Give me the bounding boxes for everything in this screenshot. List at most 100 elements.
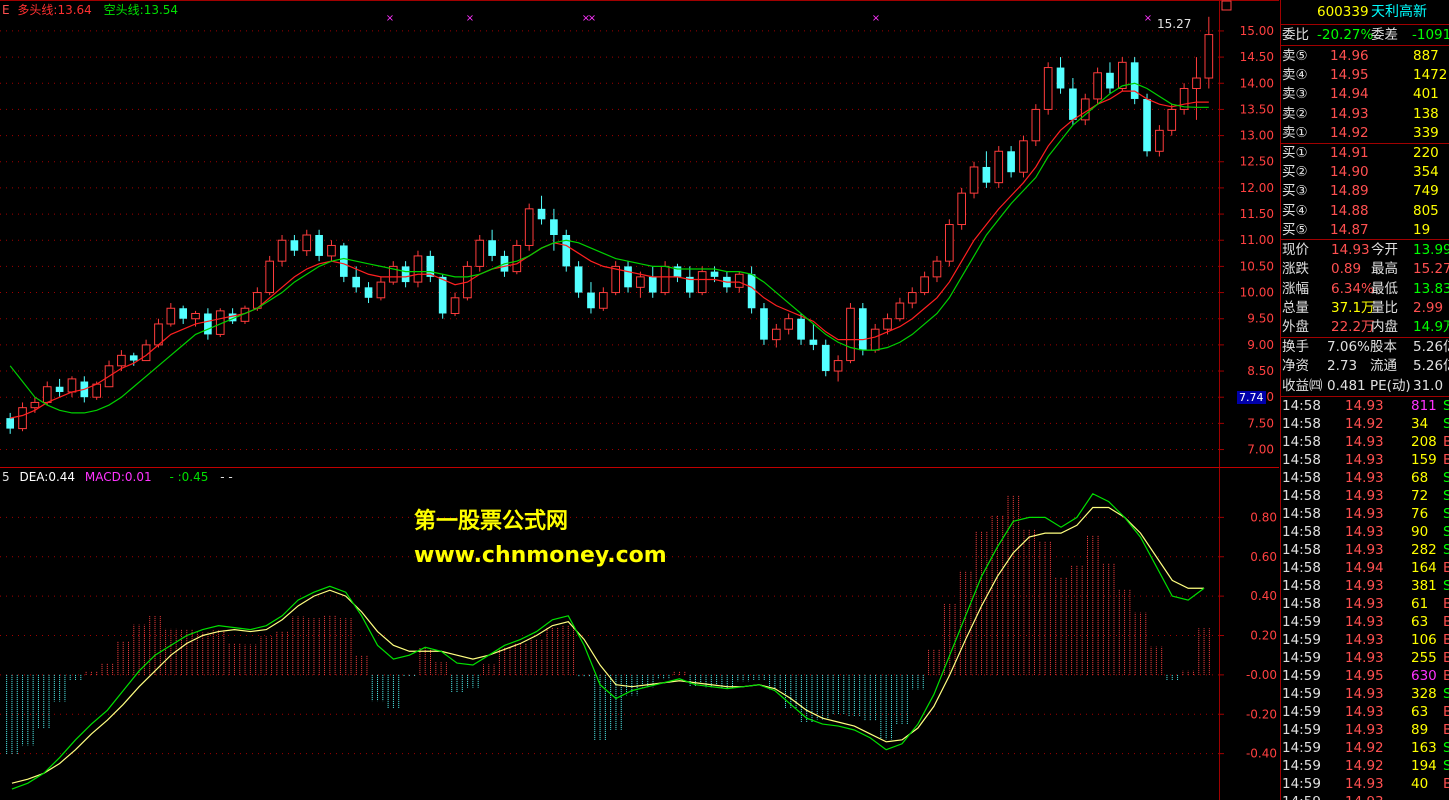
legend-prefix: E [2,3,10,17]
tick-volume: 164 [1411,560,1437,576]
candle-body [957,192,967,226]
candle-body [117,354,126,367]
tick-row: 14:58 14.93 381 S [1281,577,1449,596]
tick-volume: 381 [1411,578,1437,594]
candle-body [204,313,212,335]
price-tick-label: 12.50 [1240,155,1274,169]
stat-label: 涨幅 [1282,280,1309,297]
buy-volume: 749 [1413,183,1439,200]
sell-price: 14.96 [1330,48,1369,64]
sell-row: 卖④ 14.95 1472 [1281,66,1449,85]
candle-body [524,208,534,246]
tick-price: 14.93 [1345,632,1384,648]
price-tick-label: 14.00 [1240,76,1274,90]
candle-body [92,383,102,398]
fund-label: 股本 [1370,339,1397,355]
candle-body [944,224,954,262]
macd-tick-label: 0.60 [1250,550,1277,564]
stat-value: 15.27 [1413,261,1449,278]
tick-price: 14.93 [1345,704,1384,720]
tick-time: 14:58 [1282,596,1321,612]
price-tick-label: 10.50 [1240,259,1274,273]
candle-body [598,292,608,309]
stat-label: 总量 [1282,299,1309,316]
tick-row: 14:58 14.93 811 S [1281,397,1449,416]
sell-row: 卖③ 14.94 401 [1281,85,1449,104]
signal-marker: × [386,13,394,24]
sell-row: 卖① 14.92 339 [1281,124,1449,143]
tick-price: 14.93 [1345,452,1384,468]
macd-chart[interactable]: 0.80 0.60 0.40 0.20 -0.00 -0.20 -0.40 [0,468,1279,800]
buy-volume: 220 [1413,145,1439,161]
candle-body [920,276,929,294]
stat-value: 14.9万 [1413,319,1449,336]
sell-label: 卖① [1282,124,1308,141]
tick-volume: 61 [1411,596,1429,612]
price-tick-label: 12.00 [1240,181,1274,195]
buy-row: 买③ 14.89 749 [1281,182,1449,201]
fundamental-row: 收益㈣ 0.481 PE(动) 31.0 [1281,377,1449,396]
weicha-value: -1091 [1412,27,1449,43]
candle-body [611,265,621,294]
macd-legend-prefix: 5 [2,470,10,484]
price-tick-label: 11.00 [1240,233,1274,247]
candlestick-chart[interactable]: 15.00 14.50 14.00 13.50 13.00 12.50 12.00 11.50… [0,0,1279,468]
sell-row: 卖⑤ 14.96 887 [1281,47,1449,66]
candle-body [265,260,275,294]
buy-volume: 19 [1413,221,1431,238]
candle-body [710,271,719,277]
tick-side: B [1443,451,1449,470]
chart-area[interactable]: 15.00 14.50 14.00 13.50 13.00 12.50 12.00 11.50… [0,0,1279,800]
stat-value: 6.34% [1331,280,1374,297]
sell-volume: 339 [1413,124,1439,141]
buy-row: 买① 14.91 220 [1281,144,1449,163]
price-tick-label: 8.50 [1247,364,1274,378]
stat-value: 14.93 [1331,242,1370,258]
candle-body [488,240,496,256]
tick-time: 14:58 [1282,452,1321,468]
fund-value: 0.481 [1327,377,1366,394]
tick-side: B [1443,775,1449,794]
candle-body [784,318,794,330]
tick-row: 14:59 14.93 63 B [1281,703,1449,722]
candle-body [1031,108,1041,142]
sell-label: 卖④ [1282,67,1308,84]
buy-label: 买⑤ [1282,221,1308,238]
sell-price: 14.93 [1330,105,1369,122]
tick-row: 14:59 14.93 255 B [1281,649,1449,668]
candle-body [771,328,781,341]
tick-side: S [1443,397,1449,416]
tick-time: 14:58 [1282,506,1321,522]
candle-body [6,418,15,429]
sell-volume: 887 [1413,48,1439,64]
bull-line-legend: 多头线:13.64 [17,3,92,17]
candle-body [907,292,917,304]
stat-row: 现价 14.93 今开 13.99 [1281,241,1449,260]
candle-body [870,328,880,351]
stock-name: 天利高新 [1371,4,1427,20]
price-tick-label: 13.50 [1240,102,1274,116]
sell-label: 卖③ [1282,86,1308,103]
divider [1281,239,1449,240]
buy-row: 买④ 14.88 805 [1281,202,1449,221]
candle-body [809,339,818,345]
tick-time: 14:58 [1282,434,1321,450]
bear-line [9,82,1209,414]
candle-body [982,166,991,183]
tick-price: 14.93 [1345,524,1384,540]
candle-body [315,235,323,256]
candle-body [18,407,27,430]
tick-side: S [1443,739,1449,758]
sell-volume: 401 [1413,86,1439,103]
candle-body [624,266,632,288]
stat-row: 外盘 22.2万内盘 14.9万 [1281,318,1449,337]
buy-price: 14.90 [1330,164,1369,181]
fund-label: 收益㈣ [1282,377,1323,394]
tick-volume: 68 [1411,470,1429,486]
sell-row: 卖② 14.93 138 [1281,105,1449,124]
price-tick-label: 7.50 [1247,416,1274,430]
price-tick-label: 9.00 [1247,338,1274,352]
tick-side: B [1443,703,1449,722]
tick-side: S [1443,757,1449,776]
weibi-row: 委比 -20.27% 委差 -1091 [1281,26,1449,45]
